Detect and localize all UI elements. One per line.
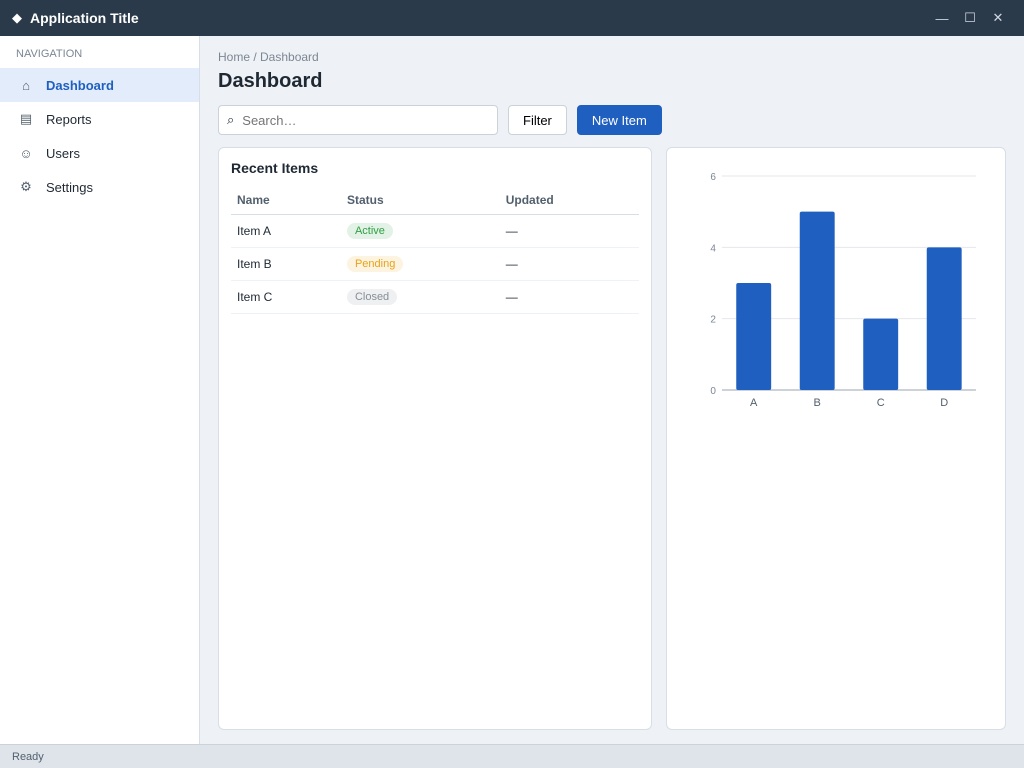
status-bar: Ready — [0, 744, 1024, 768]
status-badge: Active — [346, 223, 393, 239]
sidebar-item-3[interactable]: ⚙ Settings — [0, 170, 199, 204]
filter-button[interactable]: Filter — [508, 105, 567, 135]
row-name: Item C — [231, 280, 341, 314]
table-header-row: Name Status Updated — [231, 186, 640, 215]
y-tick-label: 2 — [710, 315, 716, 326]
sidebar-item-label: Reports — [46, 111, 92, 127]
toolbar: ⌕ Filter New Item — [218, 105, 1006, 135]
row-status: Pending — [340, 247, 500, 281]
app-body: Navigation ⌂ Dashboard ▤ Reports ☺ Users… — [0, 36, 1024, 744]
table-title: Recent Items — [231, 160, 319, 176]
sidebar-item-2[interactable]: ☺ Users — [0, 136, 199, 170]
status-badge: Closed — [346, 289, 398, 305]
sidebar: Navigation ⌂ Dashboard ▤ Reports ☺ Users… — [0, 36, 200, 744]
table-row[interactable]: Item C Closed — — [231, 280, 640, 314]
sidebar-item-label: Settings — [46, 179, 93, 195]
app-title: Application Title — [30, 10, 139, 26]
x-tick-label: A — [750, 397, 758, 409]
y-tick-label: 4 — [710, 243, 716, 254]
bar-D — [926, 247, 962, 390]
users-icon: ☺ — [19, 145, 33, 161]
table-body: Item A Active — Item B Pending — Item C Closed — — [231, 214, 640, 314]
status-text: Ready — [12, 750, 44, 763]
column-header[interactable]: Status — [340, 186, 500, 215]
search-input[interactable] — [240, 111, 489, 129]
home-icon: ⌂ — [22, 77, 30, 93]
y-tick-label: 0 — [710, 386, 716, 397]
row-status: Closed — [340, 280, 500, 314]
main-area: Home / Dashboard Dashboard ⌕ Filter New … — [200, 36, 1024, 744]
chart-icon: ▤ — [19, 111, 33, 126]
x-tick-label: B — [814, 397, 821, 409]
sidebar-item-label: Dashboard — [46, 77, 114, 93]
sidebar-item-0[interactable]: ⌂ Dashboard — [0, 68, 199, 102]
table-row[interactable]: Item A Active — — [231, 214, 640, 248]
status-badge: Pending — [346, 256, 404, 272]
bar-B — [799, 211, 835, 390]
breadcrumb: Home / Dashboard — [218, 50, 319, 64]
row-updated: — — [499, 247, 640, 281]
page-title: Dashboard — [218, 70, 323, 92]
maximize-button[interactable]: ☐ — [956, 6, 984, 30]
data-table: Name Status Updated Item A Active — Item B P… — [231, 186, 640, 314]
row-name: Item A — [231, 214, 341, 248]
row-updated: — — [499, 214, 640, 248]
search-icon: ⌕ — [227, 112, 235, 127]
title-bar: ◆ Application Title — ☐ ✕ — [0, 0, 1024, 36]
chart-card: 0 2 4 6 A B C D — [666, 147, 1006, 730]
y-tick-label: 6 — [710, 172, 716, 183]
bar-chart: 0 2 4 6 A B C D — [710, 172, 977, 409]
x-tick-label: C — [877, 397, 885, 409]
sidebar-section-label: Navigation — [16, 48, 83, 60]
app-window: ◆ Application Title — ☐ ✕ Navigation ⌂ D… — [0, 0, 1024, 768]
minimize-button[interactable]: — — [928, 6, 956, 30]
sidebar-item-1[interactable]: ▤ Reports — [0, 102, 199, 136]
column-header[interactable]: Updated — [499, 186, 640, 215]
bar-A — [736, 283, 772, 390]
table-row[interactable]: Item B Pending — — [231, 247, 640, 281]
sidebar-item-label: Users — [46, 145, 80, 161]
column-header[interactable]: Name — [231, 186, 341, 215]
app-logo-icon: ◆ — [12, 10, 22, 25]
x-tick-label: D — [940, 397, 948, 409]
row-name: Item B — [231, 247, 341, 281]
bar-C — [863, 318, 899, 390]
table-card: Recent Items Name Status Updated Item A A… — [218, 147, 653, 730]
search-box: ⌕ — [218, 105, 498, 135]
gear-icon: ⚙ — [20, 179, 32, 194]
row-updated: — — [499, 280, 640, 314]
close-button[interactable]: ✕ — [984, 6, 1012, 30]
row-status: Active — [340, 214, 500, 248]
content-area: Recent Items Name Status Updated Item A A… — [218, 147, 1006, 730]
new-item-button[interactable]: New Item — [576, 105, 662, 135]
